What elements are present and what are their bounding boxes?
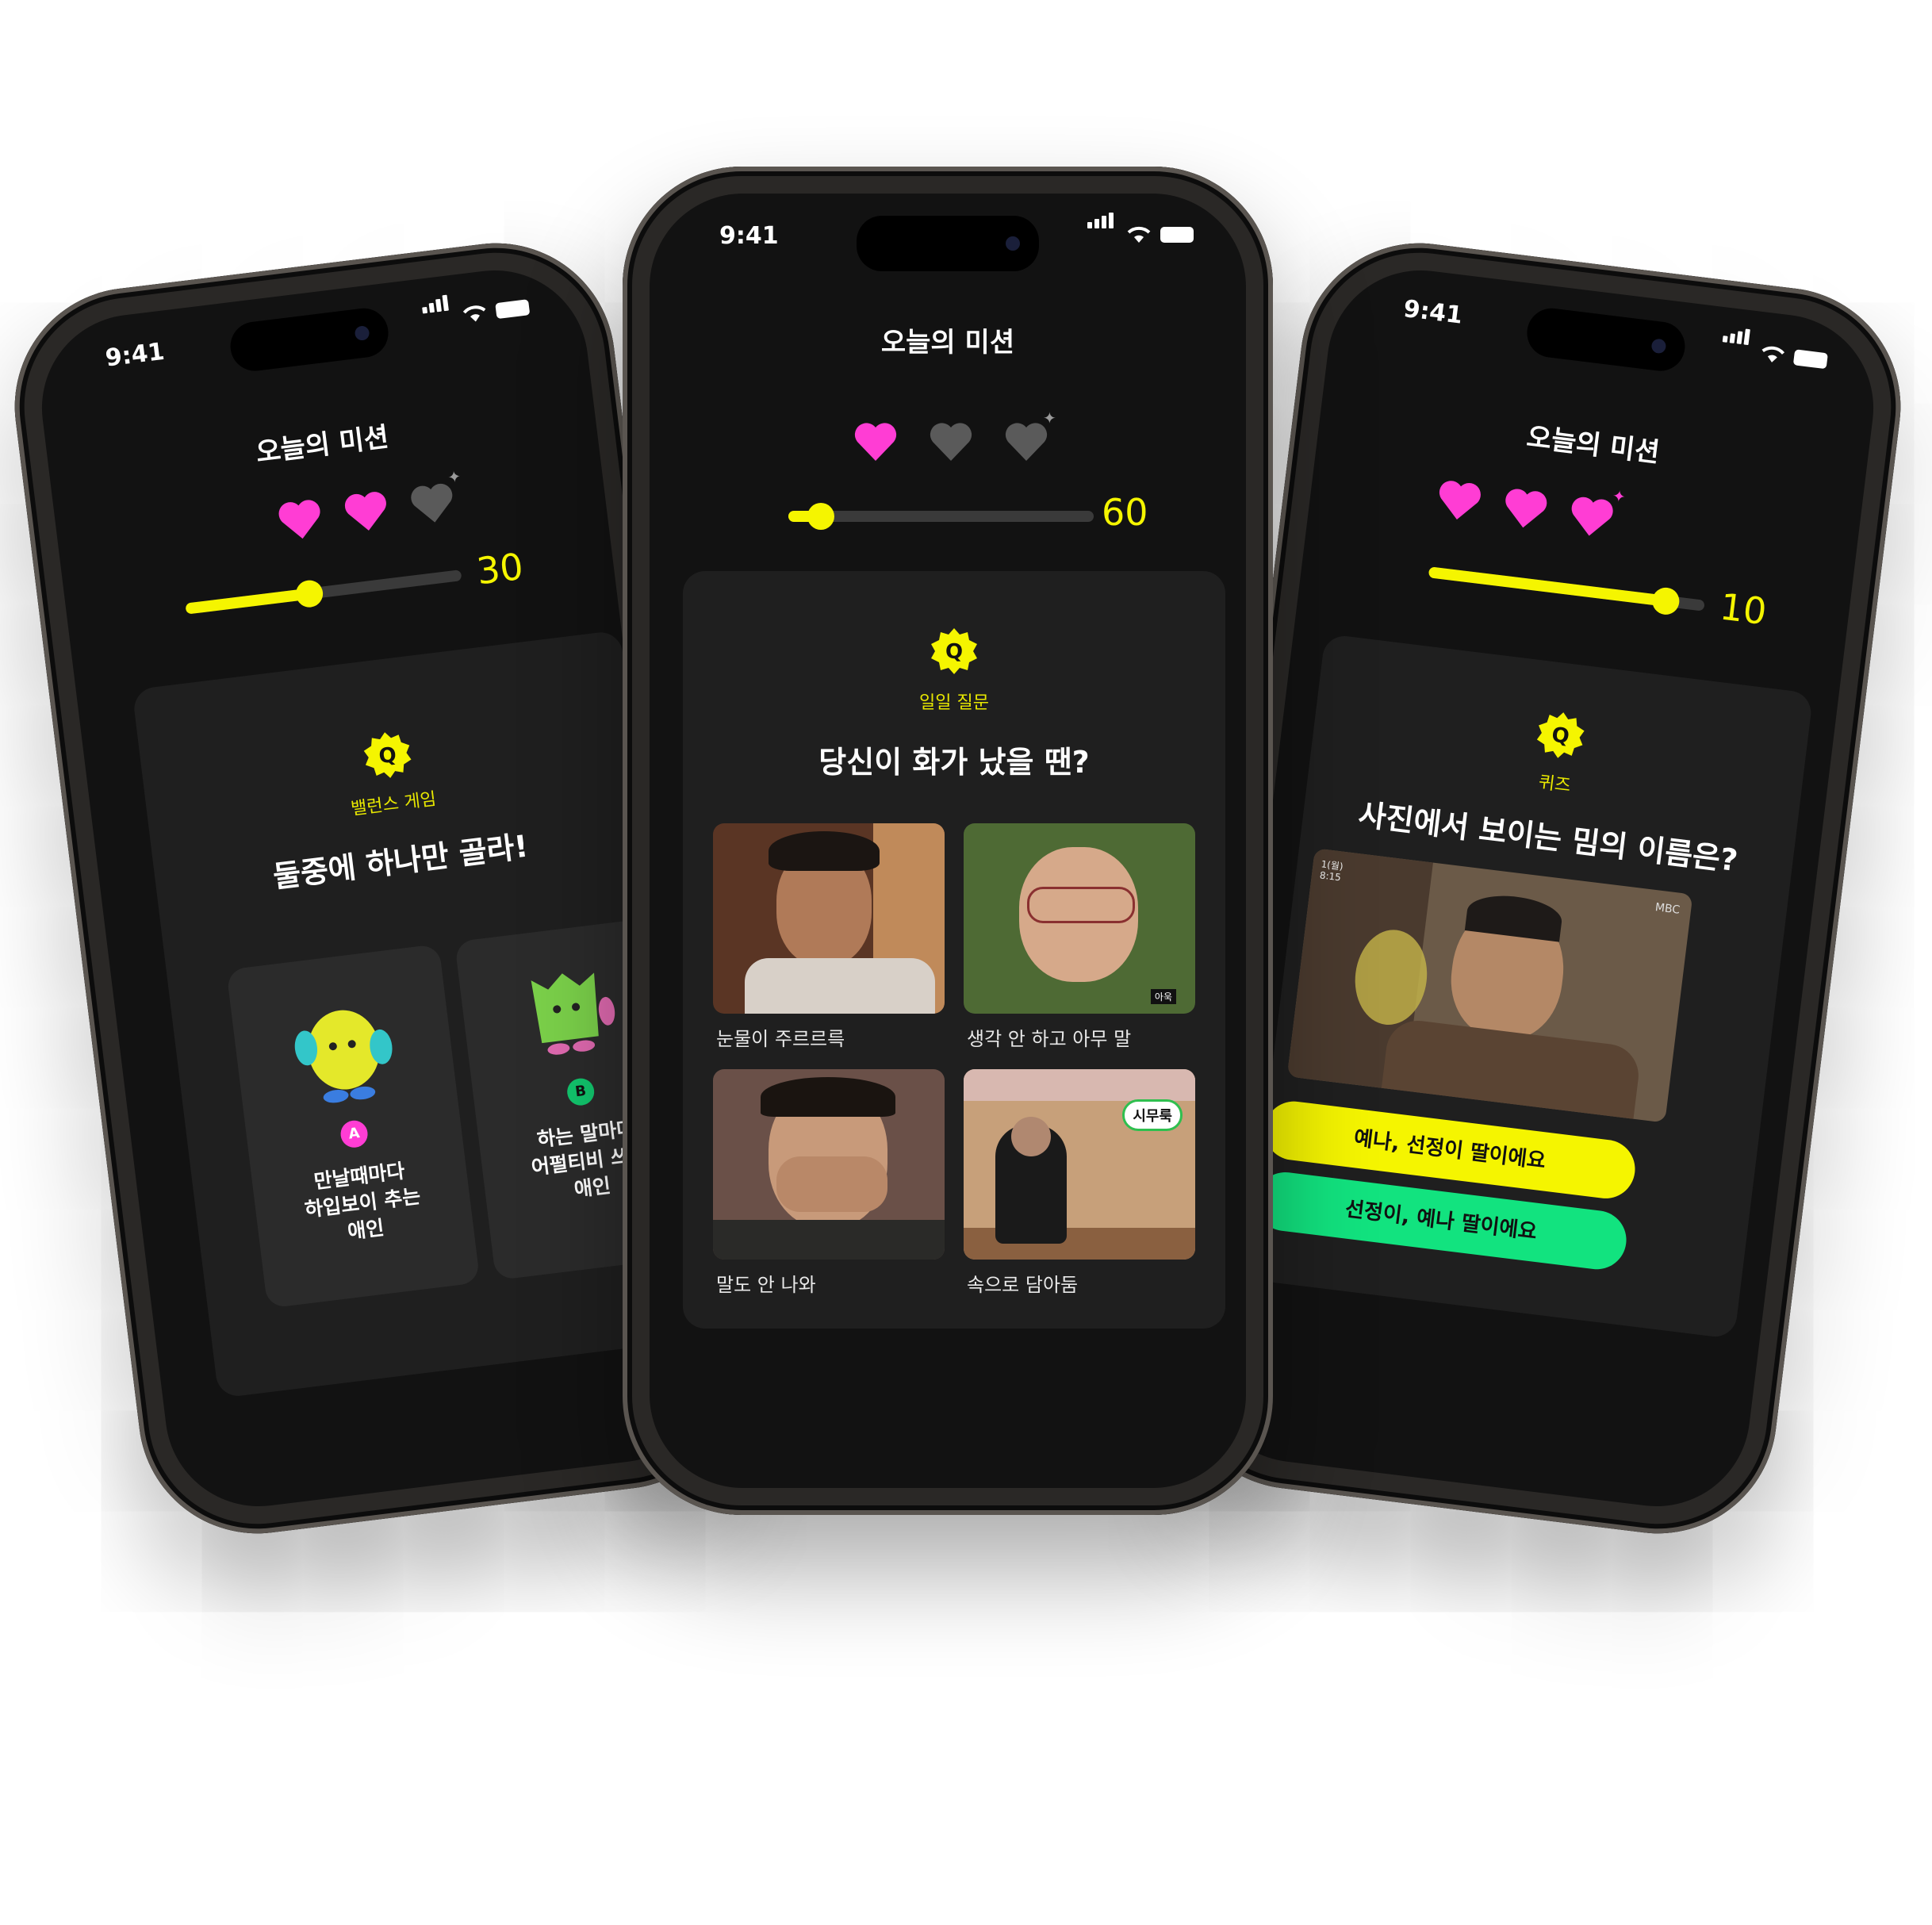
choice-caption-3: 말도 안 나와 xyxy=(716,1274,816,1296)
heart-empty-icon xyxy=(930,423,972,461)
option-b-badge: B xyxy=(565,1076,596,1107)
battery-icon xyxy=(1160,227,1194,243)
wifi-icon xyxy=(1761,346,1785,362)
choice-image-1[interactable] xyxy=(713,823,945,1014)
page-title: 오늘의 미션 xyxy=(880,327,1015,359)
svg-text:Q: Q xyxy=(945,640,963,664)
progress-slider[interactable] xyxy=(1428,566,1705,616)
choice-caption-4: 속으로 담아둠 xyxy=(967,1274,1079,1296)
progress-number: 10 xyxy=(1717,585,1769,634)
status-icons xyxy=(1720,328,1833,371)
choice-image-2[interactable]: 아욱 xyxy=(964,823,1195,1014)
heart-filled-icon xyxy=(1571,497,1613,536)
dynamic-island xyxy=(228,305,392,374)
yellow-character-icon xyxy=(294,1010,393,1103)
choice-image-3[interactable] xyxy=(713,1069,945,1260)
choice-caption-1: 눈물이 주르르륵 xyxy=(716,1028,845,1050)
sparkle-icon: ✦ xyxy=(1043,408,1056,428)
mission-card: Q 퀴즈 사진에서 보이는 밈의 이름은? MBC 1(월) 8:15 예나, … xyxy=(1246,633,1814,1340)
left-screen: 9:41 오늘의 미션 ✦ 30 Q 밸런스 게임 둘중에 하나만 골라! A … xyxy=(31,259,723,1517)
broadcast-time: 1(월) 8:15 xyxy=(1319,858,1344,884)
progress-slider[interactable] xyxy=(788,503,1094,530)
sparkle-icon: ✦ xyxy=(1611,485,1627,507)
hearts-row: ✦ xyxy=(682,408,1246,467)
meme-tag: 아욱 xyxy=(1150,989,1176,1004)
center-screen: 9:41 오늘의 미션 ✦ 60 Q 일일 질문 당신이 화가 났을 땐? 눈물… xyxy=(650,194,1246,1488)
status-icons xyxy=(422,294,535,329)
heart-filled-icon xyxy=(278,500,320,539)
choice-image-4[interactable]: 시무룩 xyxy=(964,1069,1195,1260)
meme-tag: 시무룩 xyxy=(1122,1099,1183,1131)
battery-icon xyxy=(495,299,531,320)
progress-number: 60 xyxy=(1102,491,1148,534)
green-character-icon xyxy=(531,972,615,1055)
status-time: 9:41 xyxy=(103,337,167,373)
heart-filled-icon xyxy=(344,492,386,531)
sparkle-icon: ✦ xyxy=(447,466,462,488)
heart-filled-icon xyxy=(1439,481,1481,520)
wifi-icon xyxy=(462,305,486,322)
dynamic-island xyxy=(1524,305,1688,374)
center-phone: 9:41 오늘의 미션 ✦ 60 Q 일일 질문 당신이 화가 났을 땐? 눈물… xyxy=(623,167,1273,1515)
mission-card: Q 일일 질문 당신이 화가 났을 땐? 눈물이 주르르륵 아욱 생각 안 하고… xyxy=(683,571,1225,1329)
heart-filled-icon xyxy=(1505,489,1547,528)
dynamic-island xyxy=(857,216,1039,271)
mission-type: 일일 질문 xyxy=(919,693,989,713)
channel-logo: MBC xyxy=(1654,901,1681,917)
quiz-image: MBC 1(월) 8:15 xyxy=(1286,848,1693,1123)
status-time: 9:41 xyxy=(719,222,779,250)
option-a-card[interactable]: A 만날때마다 하입보이 추는 애인 xyxy=(226,944,481,1309)
right-screen: 9:41 오늘의 미션 ✦ 10 Q 퀴즈 사진에서 보이는 밈의 이름은? M… xyxy=(1193,259,1884,1517)
question-badge-icon: Q xyxy=(363,732,412,778)
progress-slider[interactable] xyxy=(185,569,462,615)
wifi-icon xyxy=(1127,226,1151,243)
mission-card: Q 밸런스 게임 둘중에 하나만 골라! A 만날때마다 하입보이 추는 애인 … xyxy=(132,630,709,1399)
option-a-badge: A xyxy=(339,1118,370,1149)
heart-filled-icon xyxy=(854,423,897,461)
question-badge-icon: Q xyxy=(931,628,977,674)
status-time: 9:41 xyxy=(1401,294,1464,330)
battery-icon xyxy=(1792,349,1828,370)
svg-text:Q: Q xyxy=(378,743,398,769)
question-badge-icon: Q xyxy=(1536,712,1585,758)
status-icons xyxy=(1087,213,1198,244)
right-phone: 9:41 오늘의 미션 ✦ 10 Q 퀴즈 사진에서 보이는 밈의 이름은? M… xyxy=(1163,229,1915,1547)
progress-number: 30 xyxy=(473,544,526,593)
question-text: 당신이 화가 났을 땐? xyxy=(818,745,1090,780)
choice-caption-2: 생각 안 하고 아무 말 xyxy=(967,1028,1132,1050)
svg-text:Q: Q xyxy=(1551,723,1571,749)
